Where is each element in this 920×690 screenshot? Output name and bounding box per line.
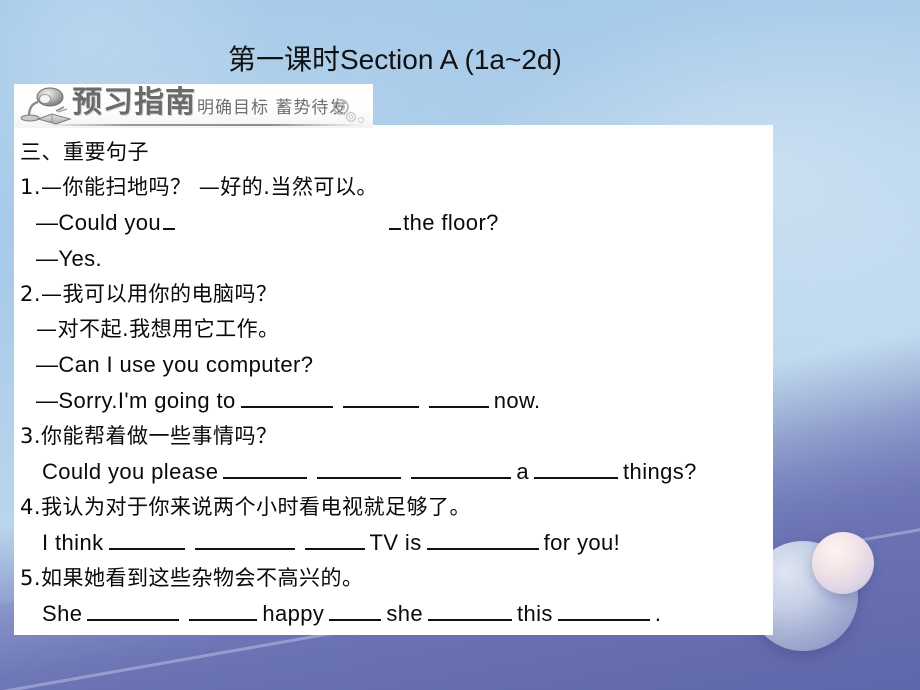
slide-title: 第一课时Section A (1a~2d) bbox=[228, 44, 562, 75]
exercise-3-english-line-1: Could you please a things? bbox=[20, 454, 773, 490]
exercise-1-chinese-text: —你能扫地吗？ —好的.当然可以。 bbox=[41, 175, 378, 199]
exercise-1-prefix: —Could you bbox=[36, 210, 162, 235]
exercise-3-mid: a bbox=[516, 459, 530, 484]
exercise-2-chinese-text: —我可以用你的电脑吗？ bbox=[41, 282, 278, 306]
exercise-2-prefix: —Sorry.I'm going to bbox=[36, 388, 236, 413]
concentric-rings-icon bbox=[333, 99, 365, 124]
decorative-sphere-small bbox=[812, 532, 874, 594]
exercise-3-number: 3. bbox=[20, 424, 42, 448]
answer-blank[interactable] bbox=[194, 529, 295, 550]
answer-blank[interactable] bbox=[189, 600, 258, 621]
exercise-2-suffix: now. bbox=[493, 388, 541, 413]
exercise-1-english-line-1: —Could you the floor? bbox=[20, 205, 773, 241]
exercise-5-suffix: . bbox=[654, 601, 662, 626]
exercise-3-prefix: Could you please bbox=[42, 459, 219, 484]
exercise-1-number: 1. bbox=[20, 175, 42, 199]
exercise-4-chinese: 4.我认为对于你来说两个小时看电视就足够了。 bbox=[20, 490, 773, 525]
exercise-5-mid3: this bbox=[516, 601, 553, 626]
exercise-3-chinese: 3.你能帮着做一些事情吗？ bbox=[20, 419, 773, 454]
answer-blank[interactable] bbox=[304, 529, 365, 550]
exercise-4-suffix: for you! bbox=[543, 530, 621, 555]
exercise-5-mid1: happy bbox=[262, 601, 325, 626]
exercise-5-prefix: She bbox=[42, 601, 83, 626]
answer-blank[interactable] bbox=[426, 529, 539, 550]
answer-blank[interactable] bbox=[557, 600, 650, 621]
exercise-5-mid2: she bbox=[386, 601, 423, 626]
exercise-5-number: 5. bbox=[20, 566, 42, 590]
answer-blank[interactable] bbox=[223, 458, 308, 479]
content-heading: 三、重要句子 bbox=[20, 140, 149, 164]
exercise-2-number: 2. bbox=[20, 282, 42, 306]
exercise-5-chinese: 5.如果她看到这些杂物会不高兴的。 bbox=[20, 561, 773, 596]
exercise-5-english-line-1: She happy she this. bbox=[20, 596, 773, 632]
presentation-slide: 第一课时Section A (1a~2d) 预习指南 明确目标 蓄势待发 三、重… bbox=[0, 0, 920, 690]
answer-blank[interactable] bbox=[389, 216, 402, 230]
exercise-2-english-line-1: —Can I use you computer? bbox=[36, 352, 314, 377]
exercise-2-english-line-2: —Sorry.I'm going to now. bbox=[20, 383, 773, 419]
answer-blank[interactable] bbox=[87, 600, 180, 621]
banner-sub-text: 明确目标 蓄势待发 bbox=[197, 98, 348, 118]
exercise-1-suffix: the floor? bbox=[403, 210, 499, 235]
answer-blank[interactable] bbox=[317, 458, 402, 479]
exercise-1-english-line-2: —Yes. bbox=[36, 246, 103, 271]
content-card: 三、重要句子 1.—你能扫地吗？ —好的.当然可以。 —Could you the… bbox=[14, 125, 773, 635]
answer-blank[interactable] bbox=[428, 387, 489, 408]
banner-underline bbox=[44, 124, 364, 126]
answer-blank[interactable] bbox=[411, 458, 512, 479]
answer-blank[interactable] bbox=[163, 216, 176, 230]
exercise-1-chinese: 1.—你能扫地吗？ —好的.当然可以。 bbox=[20, 170, 773, 205]
answer-blank[interactable] bbox=[342, 387, 419, 408]
answer-blank[interactable] bbox=[240, 387, 333, 408]
exercise-2-chinese-2: —对不起.我想用它工作。 bbox=[36, 317, 280, 341]
answer-blank[interactable] bbox=[534, 458, 619, 479]
exercise-4-prefix: I think bbox=[42, 530, 104, 555]
exercise-4-chinese-text: 我认为对于你来说两个小时看电视就足够了。 bbox=[41, 495, 472, 519]
answer-blank[interactable] bbox=[108, 529, 185, 550]
answer-blank[interactable] bbox=[427, 600, 512, 621]
answer-blank[interactable] bbox=[329, 600, 382, 621]
exercise-5-chinese-text: 如果她看到这些杂物会不高兴的。 bbox=[41, 566, 364, 590]
section-banner: 预习指南 明确目标 蓄势待发 bbox=[14, 84, 373, 128]
exercise-2-chinese: 2.—我可以用你的电脑吗？ bbox=[20, 277, 773, 312]
exercise-4-number: 4. bbox=[20, 495, 42, 519]
desk-lamp-and-book-icon bbox=[20, 87, 72, 125]
exercise-3-chinese-text: 你能帮着做一些事情吗？ bbox=[41, 424, 278, 448]
exercise-3-suffix: things? bbox=[623, 459, 697, 484]
exercise-4-english-line-1: I think TV is for you! bbox=[20, 525, 773, 561]
exercise-4-mid: TV is bbox=[369, 530, 422, 555]
banner-main-text: 预习指南 bbox=[72, 85, 196, 120]
